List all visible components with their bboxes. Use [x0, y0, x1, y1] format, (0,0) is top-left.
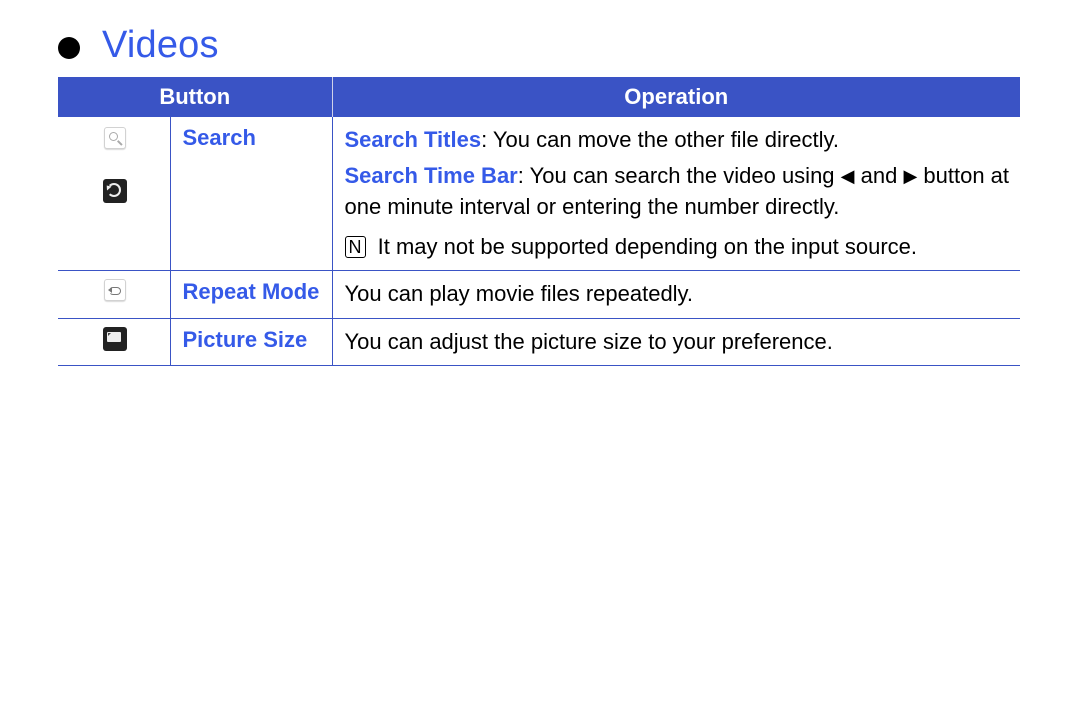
search-timebar-line: Search Time Bar: You can search the vide… — [345, 161, 1011, 222]
section-title-row: Videos — [58, 24, 1026, 67]
feature-name: Picture Size — [183, 327, 308, 352]
manual-page: Videos Button Operation — [0, 0, 1080, 366]
table-row: Repeat Mode You can play movie files rep… — [58, 271, 1020, 318]
search-titles-label: Search Titles — [345, 127, 482, 152]
feature-name-cell: Repeat Mode — [170, 271, 332, 318]
table-row: Search Search Titles: You can move the o… — [58, 117, 1020, 271]
refresh-icon — [103, 179, 127, 203]
feature-name: Repeat Mode — [183, 279, 320, 304]
search-timebar-pre: : You can search the video using — [518, 163, 841, 188]
feature-name: Search — [183, 125, 256, 150]
feature-name-cell: Picture Size — [170, 318, 332, 365]
note-line: N It may not be supported depending on t… — [345, 232, 1011, 262]
search-icon — [104, 127, 126, 149]
right-arrow-icon: ▶ — [903, 166, 917, 186]
repeat-icon — [104, 279, 126, 301]
bullet-icon — [58, 37, 80, 59]
col-header-operation: Operation — [332, 77, 1020, 117]
operation-cell: Search Titles: You can move the other fi… — [332, 117, 1020, 271]
search-titles-line: Search Titles: You can move the other fi… — [345, 125, 1011, 155]
operation-text: You can adjust the picture size to your … — [345, 329, 833, 354]
button-icon-cell — [58, 117, 170, 271]
operation-cell: You can play movie files repeatedly. — [332, 271, 1020, 318]
operation-text: You can play movie files repeatedly. — [345, 281, 694, 306]
col-header-button: Button — [58, 77, 332, 117]
table-row: Picture Size You can adjust the picture … — [58, 318, 1020, 365]
left-arrow-icon: ◀ — [841, 166, 855, 186]
note-icon: N — [345, 236, 366, 258]
button-icon-cell — [58, 271, 170, 318]
operations-table: Button Operation Sea — [58, 77, 1020, 366]
search-timebar-mid: and — [855, 163, 904, 188]
button-icon-cell — [58, 318, 170, 365]
section-title: Videos — [102, 24, 219, 67]
search-titles-text: : You can move the other file directly. — [481, 127, 839, 152]
search-timebar-label: Search Time Bar — [345, 163, 518, 188]
operation-cell: You can adjust the picture size to your … — [332, 318, 1020, 365]
table-header-row: Button Operation — [58, 77, 1020, 117]
feature-name-cell: Search — [170, 117, 332, 271]
picture-size-icon — [103, 327, 127, 351]
note-text: It may not be supported depending on the… — [378, 234, 917, 259]
